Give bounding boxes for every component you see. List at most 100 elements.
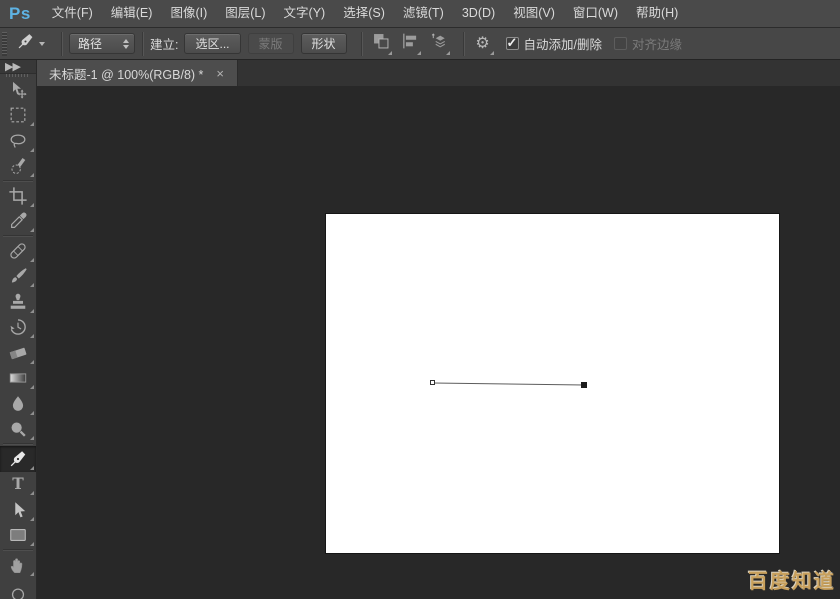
tab-close-button[interactable]: × (213, 66, 227, 81)
menu-item-view[interactable]: 视图(V) (504, 0, 564, 27)
tools-separator (3, 443, 33, 445)
crop-tool-icon (8, 186, 28, 206)
gear-icon: ⚙ (475, 36, 489, 52)
tool-pen-selected[interactable] (0, 446, 36, 472)
pen-options-gear-button[interactable]: ⚙ (471, 32, 495, 56)
lasso-tool-icon (8, 131, 28, 151)
make-label: 建立: (150, 34, 178, 53)
tool-lasso[interactable] (0, 128, 36, 154)
marquee-tool-icon (8, 105, 28, 125)
tool-clone-stamp[interactable] (0, 289, 36, 315)
quick-selection-tool-icon (8, 156, 28, 176)
menu-item-file[interactable]: 文件(F) (43, 0, 102, 27)
svg-text:T: T (12, 474, 24, 493)
make-selection-button[interactable]: 选区... (184, 33, 240, 54)
menu-item-3d[interactable]: 3D(D) (453, 0, 504, 27)
select-updown-arrows-icon (123, 39, 129, 49)
tool-type[interactable]: T (0, 472, 36, 498)
workspace-area: 百度知道 (37, 86, 840, 599)
tools-separator (3, 549, 33, 551)
menu-item-image[interactable]: 图像(I) (161, 0, 216, 27)
rectangle-tool-icon (8, 525, 28, 545)
menu-item-filter[interactable]: 滤镜(T) (394, 0, 453, 27)
tool-mode-select[interactable]: 路径 (69, 33, 135, 54)
tools-panel: ▶▶ (0, 60, 37, 599)
tool-zoom[interactable] (0, 578, 36, 599)
dodge-tool-icon (8, 419, 28, 439)
tool-spot-healing-brush[interactable] (0, 238, 36, 264)
dropdown-corner-icon (446, 51, 450, 55)
zoom-tool-icon (8, 580, 28, 599)
clone-stamp-tool-icon (8, 292, 28, 312)
path-anchor-start[interactable] (430, 380, 435, 385)
menu-item-select[interactable]: 选择(S) (334, 0, 394, 27)
menu-item-help[interactable]: 帮助(H) (627, 0, 687, 27)
options-bar: 路径 建立: 选区... 蒙版 形状 (0, 28, 840, 60)
tool-eyedropper[interactable] (0, 209, 36, 235)
options-separator (463, 32, 464, 56)
path-selection-tool-icon (8, 500, 28, 520)
pen-tool-icon (16, 32, 35, 56)
menu-bar: Ps 文件(F) 编辑(E) 图像(I) 图层(L) 文字(Y) 选择(S) 滤… (0, 0, 840, 28)
options-separator (61, 32, 62, 56)
menu-item-window[interactable]: 窗口(W) (564, 0, 627, 27)
move-tool-icon (8, 80, 28, 100)
dropdown-corner-icon (490, 51, 494, 55)
document-canvas[interactable] (326, 214, 779, 553)
history-brush-tool-icon (8, 317, 28, 337)
preset-dropdown-arrow-icon (39, 42, 45, 46)
hand-tool-icon (8, 555, 28, 575)
tools-panel-collapse-button[interactable]: ▶▶ (0, 60, 36, 74)
pen-tool-icon (8, 449, 28, 469)
auto-add-delete-checkbox[interactable] (506, 37, 519, 50)
eraser-tool-icon (8, 343, 28, 363)
auto-add-delete-option: 自动添加/删除 (506, 34, 602, 53)
options-bar-grip-handle[interactable] (2, 32, 7, 56)
photoshop-window: Ps 文件(F) 编辑(E) 图像(I) 图层(L) 文字(Y) 选择(S) 滤… (0, 0, 840, 599)
make-shape-button[interactable]: 形状 (301, 33, 347, 54)
align-edges-label: 对齐边缘 (632, 34, 682, 53)
tool-gradient[interactable] (0, 366, 36, 392)
tool-path-selection[interactable] (0, 497, 36, 523)
tool-quick-selection[interactable] (0, 154, 36, 180)
tool-eraser[interactable] (0, 340, 36, 366)
tool-rectangular-marquee[interactable] (0, 103, 36, 129)
tool-history-brush[interactable] (0, 315, 36, 341)
align-edges-checkbox[interactable] (614, 37, 627, 50)
document-tab-bar: 未标题-1 @ 100%(RGB/8) * × (37, 60, 840, 86)
menu-item-type[interactable]: 文字(Y) (275, 0, 335, 27)
eyedropper-tool-icon (8, 211, 28, 231)
blur-tool-icon (8, 394, 28, 414)
tool-preset-picker[interactable] (13, 30, 48, 58)
pen-path-svg (326, 214, 779, 553)
tool-move[interactable] (0, 77, 36, 103)
tool-hand[interactable] (0, 552, 36, 578)
make-mask-button[interactable]: 蒙版 (248, 33, 294, 54)
photoshop-logo: Ps (0, 4, 43, 24)
tool-mode-value: 路径 (78, 35, 123, 52)
options-separator (361, 32, 362, 56)
path-operations-button[interactable] (369, 32, 393, 56)
brush-tool-icon (8, 266, 28, 286)
menu-item-layer[interactable]: 图层(L) (216, 0, 274, 27)
tools-separator (3, 180, 33, 182)
tool-rectangle-shape[interactable] (0, 523, 36, 549)
dropdown-corner-icon (388, 51, 392, 55)
document-tab[interactable]: 未标题-1 @ 100%(RGB/8) * × (37, 60, 238, 86)
tool-brush[interactable] (0, 264, 36, 290)
type-tool-icon: T (8, 474, 28, 494)
tool-dodge[interactable] (0, 417, 36, 443)
path-arrangement-button[interactable] (427, 32, 451, 56)
watermark: 百度知道 (748, 565, 836, 594)
auto-add-delete-label: 自动添加/删除 (524, 34, 602, 53)
tool-blur[interactable] (0, 391, 36, 417)
document-tab-title: 未标题-1 @ 100%(RGB/8) * (49, 64, 203, 83)
path-alignment-button[interactable] (398, 32, 422, 56)
align-edges-option: 对齐边缘 (614, 34, 682, 53)
menu-item-edit[interactable]: 编辑(E) (102, 0, 162, 27)
tools-separator (3, 235, 33, 237)
tool-crop[interactable] (0, 183, 36, 209)
options-separator (142, 32, 143, 56)
path-anchor-end[interactable] (581, 382, 587, 388)
dropdown-corner-icon (417, 51, 421, 55)
